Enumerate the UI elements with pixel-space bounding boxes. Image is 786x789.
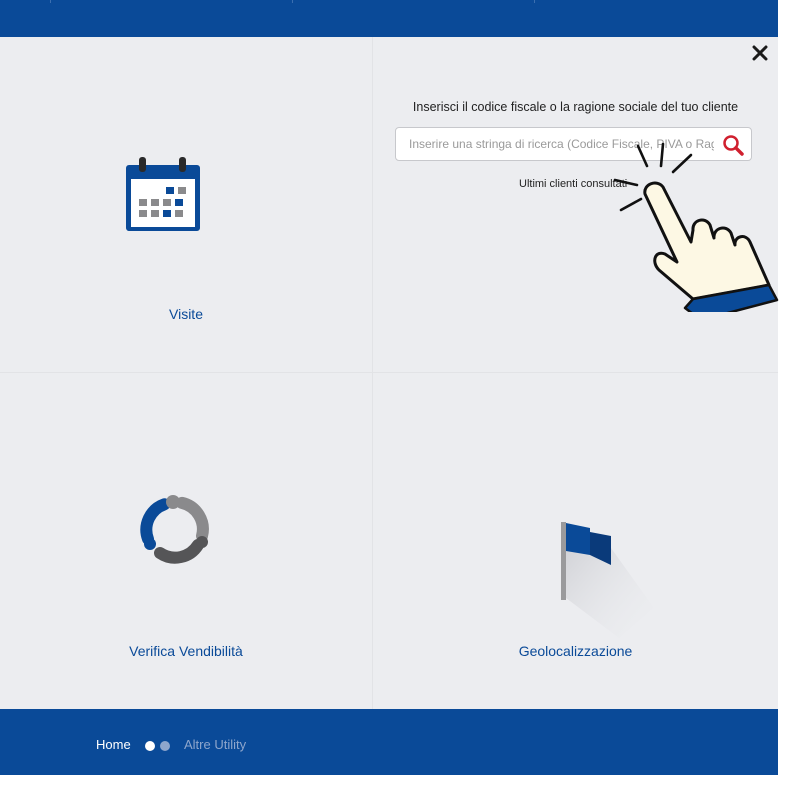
header-divider <box>50 0 51 3</box>
geolocalizzazione-label: Geolocalizzazione <box>518 643 633 659</box>
close-icon[interactable] <box>750 43 770 63</box>
header-divider <box>292 0 293 3</box>
nav-home-link[interactable]: Home <box>96 737 131 752</box>
visite-tile[interactable]: Visite <box>0 37 372 372</box>
calendar-icon <box>126 157 200 231</box>
geolocalizzazione-tile[interactable]: Geolocalizzazione <box>373 373 778 709</box>
flag-icon <box>561 522 654 638</box>
page-indicator-active[interactable] <box>145 741 155 751</box>
search-field-container <box>395 127 752 161</box>
tap-hand-icon <box>613 142 779 312</box>
search-icon[interactable] <box>721 133 745 157</box>
bottom-nav-bar: Home Altre Utility <box>0 709 778 775</box>
page-indicator-inactive[interactable] <box>160 741 170 751</box>
nav-altre-utility-link[interactable]: Altre Utility <box>184 737 246 752</box>
verifica-vendibilita-label: Verifica Vendibilità <box>129 643 243 659</box>
client-search-input[interactable] <box>396 128 714 160</box>
search-instructions: Inserisci il codice fiscale o la ragione… <box>412 100 739 114</box>
client-search-panel: Inserisci il codice fiscale o la ragione… <box>373 37 779 372</box>
recent-clients-label: Ultimi clienti consultati <box>519 178 628 190</box>
top-header-bar <box>0 0 778 37</box>
verifica-vendibilita-tile[interactable]: Verifica Vendibilità <box>0 373 372 709</box>
sync-circle-icon <box>140 495 209 564</box>
visite-label: Visite <box>169 306 203 322</box>
home-tile-grid: Visite Inserisci il codice fiscale o la … <box>0 37 779 709</box>
header-divider <box>534 0 535 3</box>
